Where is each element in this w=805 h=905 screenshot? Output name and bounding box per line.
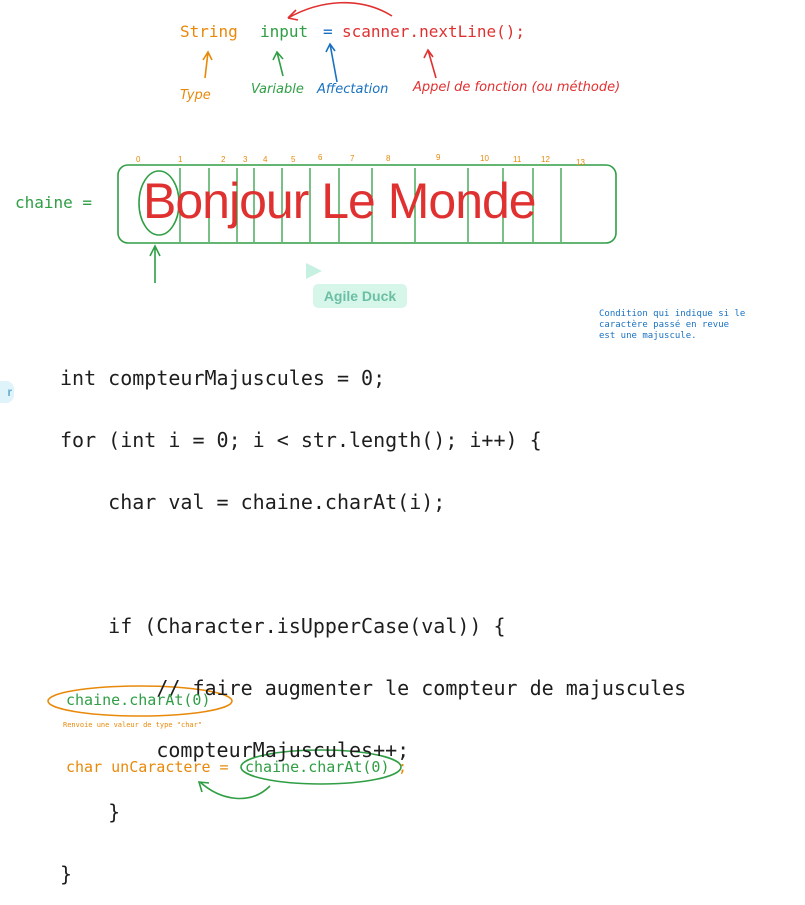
- call-expression: chaine.charAt(0): [66, 691, 211, 709]
- code-block: int compteurMajuscules = 0; for (int i =…: [60, 328, 686, 905]
- collaborator-badge: Agile Duck: [313, 284, 407, 308]
- affectation-arrow: [325, 42, 338, 83]
- code-line: }: [60, 862, 73, 886]
- index-label: 6: [318, 153, 323, 162]
- index-label: 10: [480, 154, 489, 163]
- char-declaration-suffix: ;: [398, 758, 408, 776]
- label-type: Type: [180, 88, 211, 103]
- index-label: 2: [221, 155, 226, 164]
- appel-arrow: [423, 48, 437, 79]
- index-label: 7: [350, 154, 355, 163]
- chaine-label: chaine =: [15, 193, 93, 212]
- collaborator-cursor-icon: [306, 263, 322, 279]
- string-value: Bonjour Le Monde: [143, 173, 537, 229]
- char-declaration-call: chaine.charAt(0): [245, 758, 390, 776]
- code-line: for (int i = 0; i < str.length(); i++) {: [60, 428, 542, 452]
- code-line: if (Character.isUpperCase(val)) {: [60, 614, 506, 638]
- index-label: 11: [513, 155, 522, 164]
- code-line: char val = chaine.charAt(i);: [60, 490, 446, 514]
- label-appel: Appel de fonction (ou méthode): [413, 80, 621, 95]
- code-line: int compteurMajuscules = 0;: [60, 366, 386, 390]
- assign-operator: =: [323, 22, 333, 41]
- variable-name: input: [260, 22, 309, 41]
- method-call: scanner.nextLine();: [342, 22, 526, 41]
- index-label: 1: [178, 155, 183, 164]
- index-label: 5: [291, 155, 296, 164]
- label-variable: Variable: [251, 82, 304, 97]
- index-label: 0: [136, 155, 141, 164]
- first-char-arrow: [149, 244, 161, 283]
- top-red-arrow: [287, 1, 393, 19]
- index-label: 12: [541, 155, 550, 164]
- index-label: 3: [243, 155, 248, 164]
- index-label: 4: [263, 155, 268, 164]
- type-arrow: [202, 50, 213, 79]
- offscreen-collaborator-badge: r: [0, 381, 14, 403]
- call-note: Renvoie une valeur de type "char": [63, 721, 203, 729]
- code-line: }: [60, 800, 121, 824]
- type-keyword: String: [180, 22, 238, 41]
- label-affectation: Affectation: [317, 82, 389, 97]
- index-label: 13: [576, 158, 585, 167]
- index-label: 9: [436, 153, 441, 162]
- char-declaration-prefix: char unCaractere =: [66, 758, 238, 776]
- index-label: 8: [386, 154, 391, 163]
- variable-arrow: [272, 50, 284, 77]
